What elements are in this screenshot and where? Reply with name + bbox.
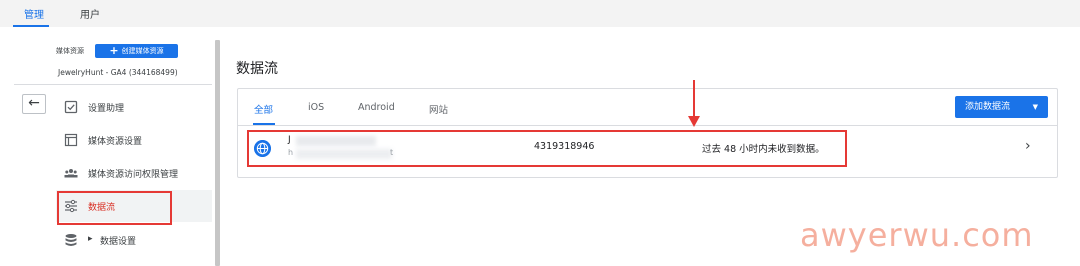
sidebar-item-property-access[interactable]: 媒体资源访问权限管理 — [60, 158, 210, 188]
back-button[interactable]: ← — [22, 94, 46, 114]
tabs-divider — [238, 125, 1057, 126]
sidebar-divider — [14, 84, 212, 85]
database-icon — [65, 234, 77, 246]
account-name: JewelryHunt - GA4 (344168499) — [58, 68, 178, 77]
expand-caret-icon: ▸ — [88, 234, 93, 244]
property-label: 媒体资源 — [56, 47, 84, 55]
tab-admin[interactable]: 管理 — [24, 6, 44, 21]
highlight-box-row — [247, 130, 847, 167]
sidebar-scrollbar[interactable] — [215, 40, 220, 266]
page-title: 数据流 — [236, 61, 278, 77]
sidebar-item-data-settings[interactable]: ▸ 数据设置 — [60, 225, 210, 255]
arrow-down-icon — [688, 80, 700, 127]
watermark: awyerwu.com — [800, 216, 1034, 254]
dropdown-caret-icon: ▼ — [1032, 103, 1038, 111]
arrow-left-icon: ← — [28, 95, 40, 111]
tab-users[interactable]: 用户 — [80, 6, 100, 21]
highlight-box-nav — [57, 191, 172, 225]
sidebar-item-label: 媒体资源设置 — [88, 137, 143, 147]
chevron-right-icon: › — [1025, 138, 1031, 154]
sidebar-item-property-settings[interactable]: 媒体资源设置 — [60, 125, 210, 155]
active-tab-indicator — [13, 25, 49, 27]
tab-all[interactable]: 全部 — [254, 102, 273, 116]
create-property-label: 创建媒体资源 — [121, 47, 164, 55]
property-settings-icon — [64, 133, 78, 147]
plus-icon: + — [109, 44, 119, 57]
sidebar-item-label: 媒体资源访问权限管理 — [88, 170, 179, 180]
add-data-stream-button[interactable]: 添加数据流 ▼ — [955, 96, 1048, 118]
checkbox-icon — [64, 100, 78, 114]
add-data-stream-label: 添加数据流 — [965, 102, 1011, 112]
property-header: 媒体资源 + 创建媒体资源 JewelryHunt - GA4 (34416849… — [12, 35, 212, 85]
sidebar-item-label: 设置助理 — [88, 104, 125, 114]
tab-web[interactable]: 网站 — [429, 102, 448, 116]
sidebar-item-setup-assistant[interactable]: 设置助理 — [60, 92, 210, 122]
create-property-button[interactable]: + 创建媒体资源 — [95, 44, 178, 58]
tab-ios[interactable]: iOS — [308, 102, 324, 113]
sidebar-item-label: 数据设置 — [100, 237, 137, 247]
people-icon — [64, 169, 78, 178]
tab-android[interactable]: Android — [358, 102, 395, 113]
top-tab-bar: 管理 用户 — [0, 0, 1080, 27]
